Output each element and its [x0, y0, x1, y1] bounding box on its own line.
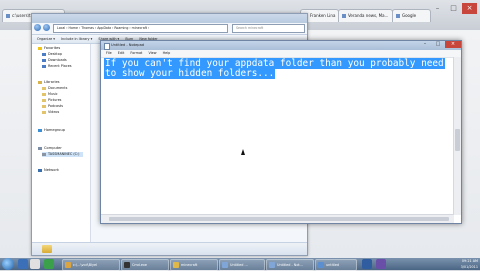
cmd-icon — [124, 262, 130, 268]
navigation-pane: Favorites Desktop Downloads Recent Place… — [32, 44, 91, 243]
scroll-thumb[interactable] — [455, 129, 460, 151]
menu-format[interactable]: Format — [130, 51, 142, 55]
nav-item-pictures[interactable]: Pictures — [42, 98, 61, 103]
taskbar-button[interactable]: Untitled ... — [219, 259, 265, 271]
explorer-titlebar[interactable] — [32, 14, 307, 23]
nav-libraries[interactable]: Libraries — [38, 80, 60, 85]
folder-icon — [42, 245, 52, 253]
nav-homegroup[interactable]: Homegroup — [38, 128, 65, 133]
nav-item-videos[interactable]: Videos — [42, 110, 59, 115]
nav-item-podcasts[interactable]: Podcasts — [42, 104, 63, 109]
videos-icon — [42, 110, 46, 114]
folder-icon — [173, 262, 179, 268]
tab-label: Google — [402, 13, 417, 18]
nav-item-documents[interactable]: Documents — [42, 86, 67, 91]
taskbar-button[interactable]: c:\...\vcd\Blyel — [62, 259, 120, 271]
explorer-taskbar-icon[interactable] — [18, 259, 28, 269]
computer-icon — [38, 146, 42, 150]
selected-text-line: to show your hidden folders... — [104, 68, 276, 79]
browser-tab[interactable]: Veranda news, Ma... — [338, 9, 393, 22]
chrome-taskbar-icon[interactable] — [44, 259, 54, 269]
back-arrow-icon[interactable] — [34, 24, 41, 31]
nav-computer[interactable]: Computer — [38, 146, 62, 151]
documents-icon — [42, 86, 46, 90]
nav-network[interactable]: Network — [38, 168, 59, 173]
forward-arrow-icon[interactable] — [43, 24, 50, 31]
minimize-button[interactable]: – — [430, 3, 445, 14]
homegroup-icon — [38, 128, 42, 132]
close-button[interactable]: × — [445, 41, 461, 48]
tab-label: Franken Lina — [310, 13, 336, 18]
explorer-address-row: Local › Home › Thomas › AppData › Roamin… — [34, 24, 305, 33]
nav-item-downloads[interactable]: Downloads — [42, 58, 67, 63]
maximize-button[interactable]: □ — [432, 41, 444, 48]
nav-favorites[interactable]: Favorites — [38, 46, 60, 51]
library-icon — [38, 80, 42, 84]
nav-item-music[interactable]: Music — [42, 92, 58, 97]
menu-edit[interactable]: Edit — [118, 51, 125, 55]
clock-date: 3/01/2011 — [460, 265, 478, 269]
downloads-icon — [42, 58, 46, 62]
window-title: Untitled - Notepad — [111, 43, 145, 47]
nav-item-recent[interactable]: Recent Places — [42, 64, 72, 69]
desktop-icon — [42, 52, 46, 56]
folder-icon — [65, 262, 71, 268]
page-icon — [396, 14, 400, 18]
music-icon — [42, 92, 46, 96]
menu-file[interactable]: File — [106, 51, 112, 55]
app-taskbar-icon[interactable] — [362, 259, 372, 269]
page-icon — [6, 14, 10, 18]
mouse-cursor-icon — [241, 149, 245, 155]
nav-item-drive-c[interactable]: TASSMANINEC (C:) — [42, 152, 83, 157]
tab-label: Veranda news, Ma... — [348, 13, 389, 18]
taskbar: c:\...\vcd\Blyel Cmd.exe minecraft Untit… — [0, 258, 480, 271]
nav-item-desktop[interactable]: Desktop — [42, 52, 62, 57]
menu-help[interactable]: Help — [163, 51, 171, 55]
media-taskbar-icon[interactable] — [30, 259, 40, 269]
vertical-scrollbar[interactable] — [453, 57, 461, 215]
app-icon — [318, 262, 324, 268]
address-bar[interactable]: Local › Home › Thomas › AppData › Roamin… — [53, 24, 228, 33]
menu-bar: File Edit Format View Help — [101, 50, 461, 58]
notepad-icon — [104, 43, 110, 50]
pictures-icon — [42, 98, 46, 102]
horizontal-scrollbar[interactable] — [101, 214, 454, 223]
include-library-button[interactable]: Include in library ▾ — [61, 37, 92, 41]
notepad-window: Untitled - Notepad – □ × File Edit Forma… — [100, 40, 462, 224]
text-area[interactable]: If you can't find your appdata folder th… — [104, 58, 451, 213]
close-button[interactable]: × — [462, 3, 477, 14]
taskbar-button[interactable]: Untitled - Not... — [266, 259, 314, 271]
notepad-icon — [222, 262, 228, 268]
search-input[interactable]: Search minecraft — [232, 24, 305, 33]
browser-tab[interactable]: Google — [392, 9, 431, 22]
taskbar-button[interactable]: minecraft — [170, 259, 218, 271]
drive-icon — [42, 152, 46, 156]
podcasts-icon — [42, 104, 46, 108]
network-icon — [38, 168, 42, 172]
maximize-button[interactable]: □ — [446, 3, 461, 14]
organize-button[interactable]: Organize ▾ — [37, 37, 55, 41]
taskbar-button[interactable]: Cmd.exe — [121, 259, 169, 271]
scroll-thumb[interactable] — [109, 217, 449, 221]
recent-places-icon — [42, 64, 46, 68]
minimize-button[interactable]: – — [419, 41, 431, 48]
windows-start-icon[interactable] — [2, 258, 14, 270]
app-taskbar-icon[interactable] — [376, 259, 386, 269]
details-pane — [32, 242, 307, 255]
taskbar-button[interactable]: untitled — [315, 259, 357, 271]
notepad-titlebar[interactable]: Untitled - Notepad – □ × — [101, 41, 461, 50]
system-clock[interactable]: 09:21 AM 3/01/2011 — [461, 258, 478, 270]
page-icon — [342, 14, 346, 18]
notepad-icon — [269, 262, 275, 268]
star-icon — [38, 46, 42, 50]
menu-view[interactable]: View — [148, 51, 156, 55]
